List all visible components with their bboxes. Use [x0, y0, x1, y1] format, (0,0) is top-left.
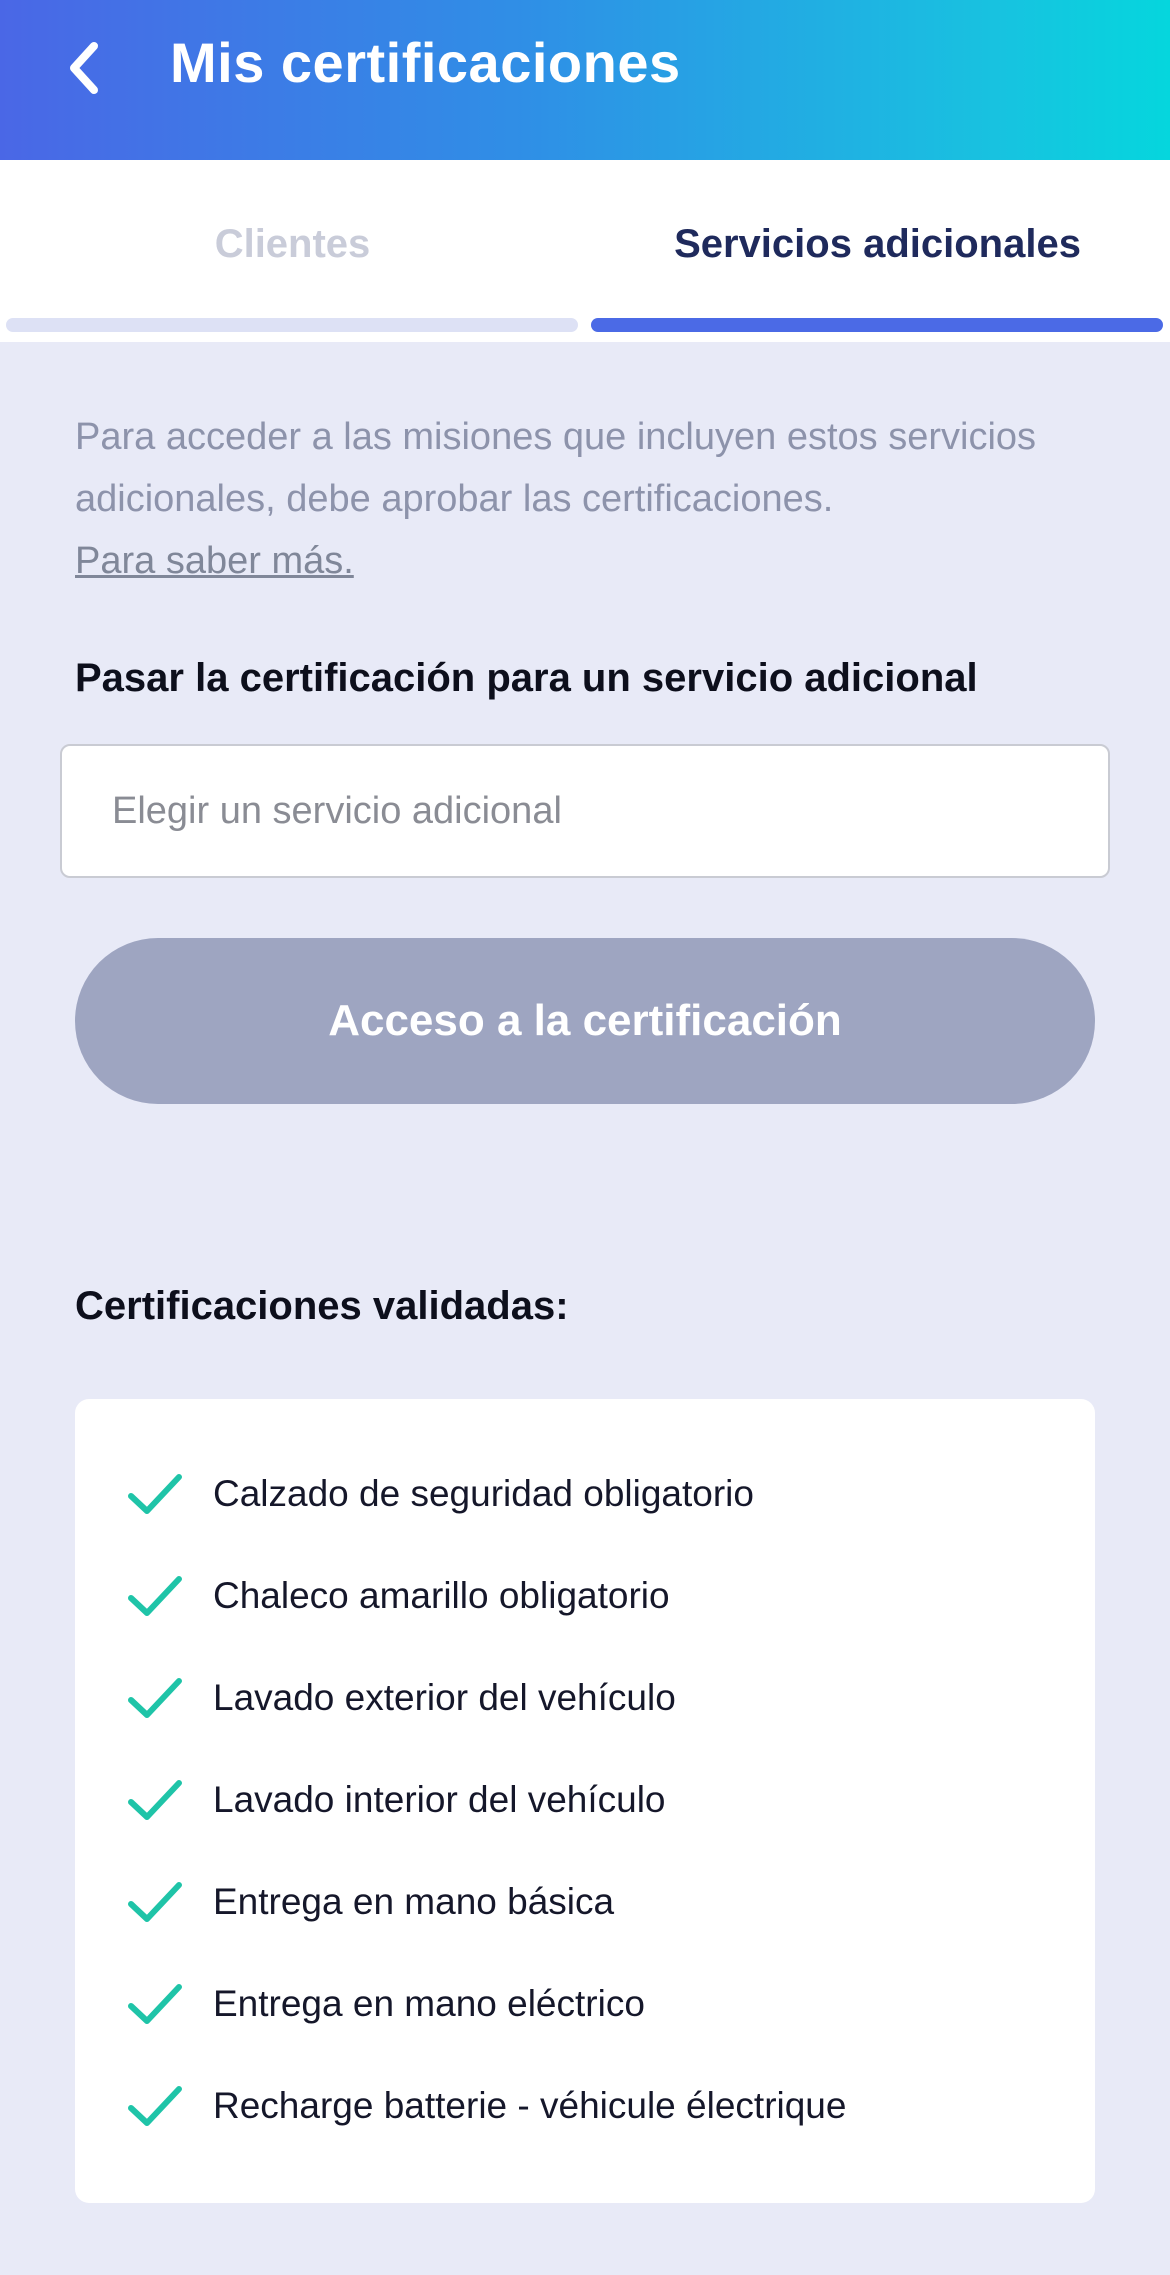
- list-item: Entrega en mano básica: [75, 1851, 1095, 1953]
- tab-clientes-underline: [6, 318, 578, 332]
- tab-servicios-adicionales-label: Servicios adicionales: [674, 222, 1081, 266]
- chevron-left-icon: [70, 42, 98, 94]
- app-header: Mis certificaciones: [0, 0, 1170, 160]
- check-icon: [128, 1780, 182, 1820]
- access-certification-button[interactable]: Acceso a la certificación: [75, 938, 1095, 1104]
- certification-name: Lavado interior del vehículo: [213, 1779, 666, 1820]
- certification-name: Recharge batterie - véhicule électrique: [213, 2085, 847, 2126]
- check-icon: [128, 1678, 182, 1718]
- learn-more-link[interactable]: Para saber más.: [75, 530, 1105, 592]
- intro-paragraph: Para acceder a las misiones que incluyen…: [75, 406, 1105, 592]
- certification-name: Calzado de seguridad obligatorio: [213, 1473, 754, 1514]
- certification-name: Entrega en mano básica: [213, 1881, 615, 1922]
- service-select-placeholder: Elegir un servicio adicional: [112, 789, 562, 832]
- list-item: Lavado interior del vehículo: [75, 1749, 1095, 1851]
- certification-name: Entrega en mano eléctrico: [213, 1983, 645, 2024]
- page-title: Mis certificaciones: [170, 31, 681, 94]
- tab-servicios-adicionales[interactable]: Servicios adicionales: [585, 160, 1170, 342]
- certification-name: Lavado exterior del vehículo: [213, 1677, 676, 1718]
- intro-text: Para acceder a las misiones que incluyen…: [75, 416, 1037, 520]
- list-item: Chaleco amarillo obligatorio: [75, 1545, 1095, 1647]
- check-icon: [128, 1984, 182, 2024]
- tab-clientes[interactable]: Clientes: [0, 160, 585, 342]
- certification-name: Chaleco amarillo obligatorio: [213, 1575, 670, 1616]
- service-select[interactable]: Elegir un servicio adicional: [60, 744, 1110, 878]
- tab-clientes-label: Clientes: [214, 222, 371, 266]
- tab-bar: Clientes Servicios adicionales: [0, 160, 1170, 342]
- back-button[interactable]: [52, 32, 116, 104]
- tab-servicios-adicionales-underline: [591, 318, 1163, 332]
- validated-certifications-card: Calzado de seguridad obligatorio Chaleco…: [75, 1399, 1095, 2203]
- certification-form-label: Pasar la certificación para un servicio …: [75, 656, 978, 700]
- validated-certifications-label: Certificaciones validadas:: [75, 1284, 569, 1328]
- list-item: Lavado exterior del vehículo: [75, 1647, 1095, 1749]
- list-item: Recharge batterie - véhicule électrique: [75, 2055, 1095, 2157]
- list-item: Calzado de seguridad obligatorio: [75, 1443, 1095, 1545]
- check-icon: [128, 2086, 182, 2126]
- check-icon: [128, 1576, 182, 1616]
- check-icon: [128, 1474, 182, 1514]
- list-item: Entrega en mano eléctrico: [75, 1953, 1095, 2055]
- check-icon: [128, 1882, 182, 1922]
